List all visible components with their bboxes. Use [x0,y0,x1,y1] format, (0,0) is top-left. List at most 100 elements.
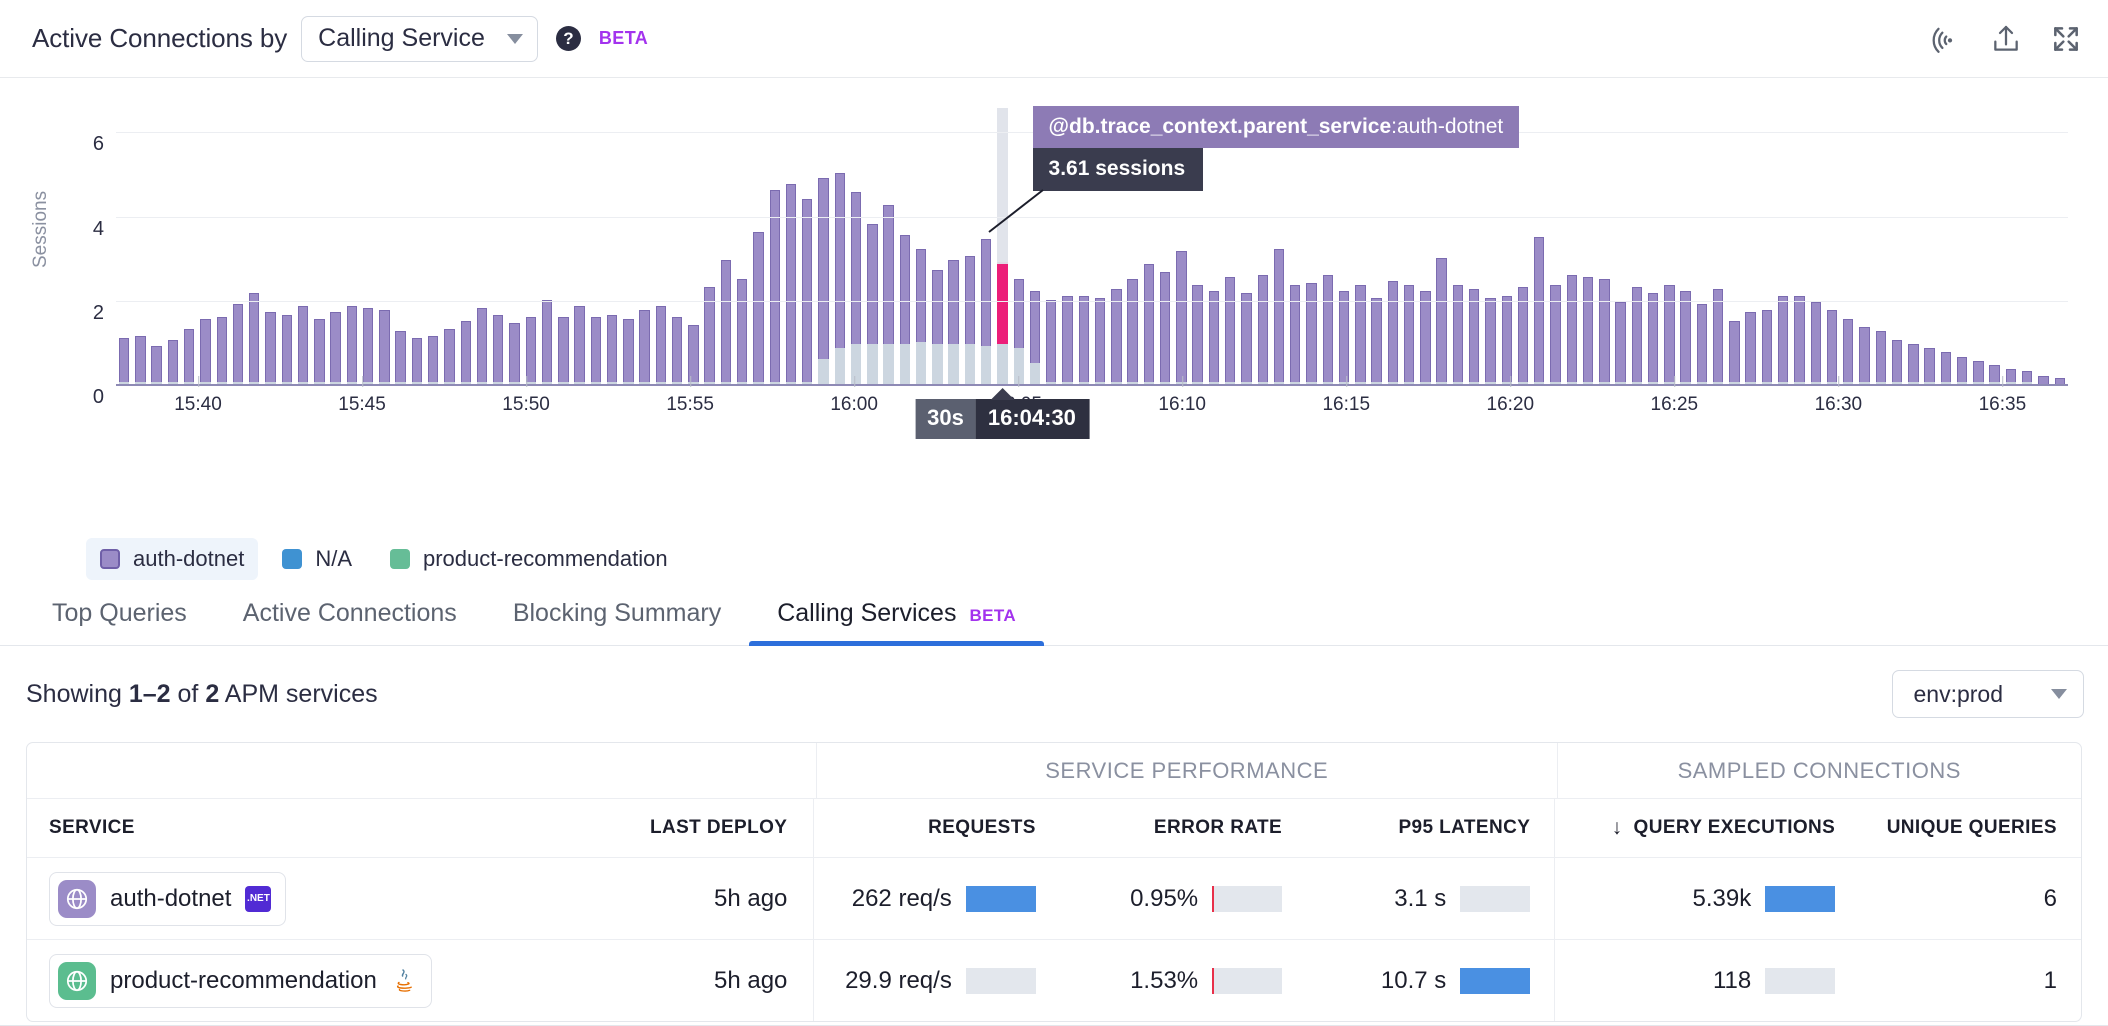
column-header-p95-latency[interactable]: P95 LATENCY [1306,817,1554,839]
bar-slot[interactable] [750,108,766,384]
bar-slot[interactable] [165,108,181,384]
chart-bar[interactable] [1989,365,2000,384]
bar-slot[interactable] [962,108,978,384]
bar-slot[interactable] [376,108,392,384]
bar-slot[interactable] [2052,108,2068,384]
bar-slot[interactable] [799,108,815,384]
bar-slot[interactable] [230,108,246,384]
bar-slot[interactable] [214,108,230,384]
bar-slot[interactable] [132,108,148,384]
chart-bar[interactable] [1436,257,1447,384]
bar-slot[interactable] [1385,108,1401,384]
chart-bar[interactable] [802,198,813,384]
bar-slot[interactable] [588,108,604,384]
bar-slot[interactable] [116,108,132,384]
bar-slot[interactable] [1726,108,1742,384]
chart-bar[interactable] [1013,278,1024,384]
chart-bar[interactable] [1241,293,1252,384]
bar-slot[interactable] [1531,108,1547,384]
chart-bar[interactable] [655,306,667,384]
bar-slot[interactable] [1987,108,2003,384]
chart-bar[interactable] [411,337,423,384]
chart-bar[interactable] [639,310,650,384]
bar-slot[interactable] [1043,108,1059,384]
bar-slot[interactable] [1206,108,1222,384]
bar-slot[interactable] [1970,108,1986,384]
bar-slot[interactable] [1059,108,1075,384]
bar-slot[interactable] [1303,108,1319,384]
bar-slot[interactable] [815,108,831,384]
bar-slot[interactable] [1190,108,1206,384]
chart-bar[interactable] [558,316,569,384]
chart-bar[interactable] [1696,303,1708,384]
chart-bar[interactable] [623,318,634,384]
chart-bar[interactable] [574,306,585,384]
chart-bar[interactable] [216,316,227,384]
chart-bar[interactable] [232,303,244,384]
chart-bar[interactable] [1843,318,1854,384]
chart-plot-area[interactable]: 0246 15:4015:4515:5015:5516:0016:0516:10… [93,106,2068,440]
chart-bar[interactable] [525,316,536,384]
table-row[interactable]: product-recommendation 5h ago 29.9 req/s 1.… [27,939,2081,1021]
chart-bar[interactable] [1111,289,1122,384]
bar-slot[interactable] [197,108,213,384]
bar-slot[interactable] [474,108,490,384]
bar-slot[interactable] [702,108,718,384]
chart-bar[interactable] [118,337,130,384]
chart-bar[interactable] [395,331,406,384]
bar-slot[interactable] [1499,108,1515,384]
chart-bar[interactable] [1029,291,1041,384]
chart-bar[interactable] [1387,280,1399,384]
chart-bar[interactable] [818,177,829,384]
chart-bar[interactable] [1306,282,1317,384]
chart-bar[interactable] [1127,278,1138,384]
bar-slot[interactable] [1775,108,1791,384]
chart-bar[interactable] [379,310,390,384]
bar-slot[interactable] [1596,108,1612,384]
chart-bar[interactable] [1257,274,1268,384]
chart-bar[interactable] [183,329,195,384]
chart-bar[interactable] [167,339,179,384]
chart-bar[interactable] [1582,276,1594,384]
chart-bar[interactable] [981,238,992,384]
bar-slot[interactable] [783,108,799,384]
chart-bar[interactable] [850,192,862,384]
chart-bar[interactable] [606,314,618,384]
chart-bar[interactable] [1485,297,1496,384]
chart-bar[interactable] [948,259,959,384]
bar-slot[interactable] [1954,108,1970,384]
chart-bar[interactable] [509,322,520,384]
chart-bar[interactable] [753,232,764,384]
bar-slot[interactable] [994,108,1010,384]
bar-slot[interactable] [360,108,376,384]
bar-slot[interactable] [393,108,409,384]
bar-slot[interactable] [1271,108,1287,384]
bar-slot[interactable] [279,108,295,384]
bar-slot[interactable] [1564,108,1580,384]
bar-slot[interactable] [913,108,929,384]
export-icon[interactable] [1990,23,2022,55]
chart-bar[interactable] [1794,295,1805,384]
bar-slot[interactable] [1824,108,1840,384]
bar-slot[interactable] [2035,108,2051,384]
bar-slot[interactable] [2003,108,2019,384]
bar-slot[interactable] [1791,108,1807,384]
bar-slot[interactable] [311,108,327,384]
chart-bar[interactable] [671,316,683,384]
column-header-last-deploy[interactable]: LAST DEPLOY [571,817,813,839]
bar-slot[interactable] [685,108,701,384]
bar-slot[interactable] [1938,108,1954,384]
chart-bar[interactable] [1094,297,1106,384]
bar-slot[interactable] [1856,108,1872,384]
bar-slot[interactable] [246,108,262,384]
chart-bar[interactable] [1322,274,1333,384]
chart-bar[interactable] [346,306,358,384]
chart-bar[interactable] [1468,289,1480,384]
chart-bar[interactable] [1176,251,1187,384]
chart-bar[interactable] [932,270,943,384]
bar-slot[interactable] [555,108,571,384]
bar-slot[interactable] [1222,108,1238,384]
chart-bar[interactable] [1338,291,1350,384]
bar-slot[interactable] [669,108,685,384]
bar-slot[interactable] [1759,108,1775,384]
